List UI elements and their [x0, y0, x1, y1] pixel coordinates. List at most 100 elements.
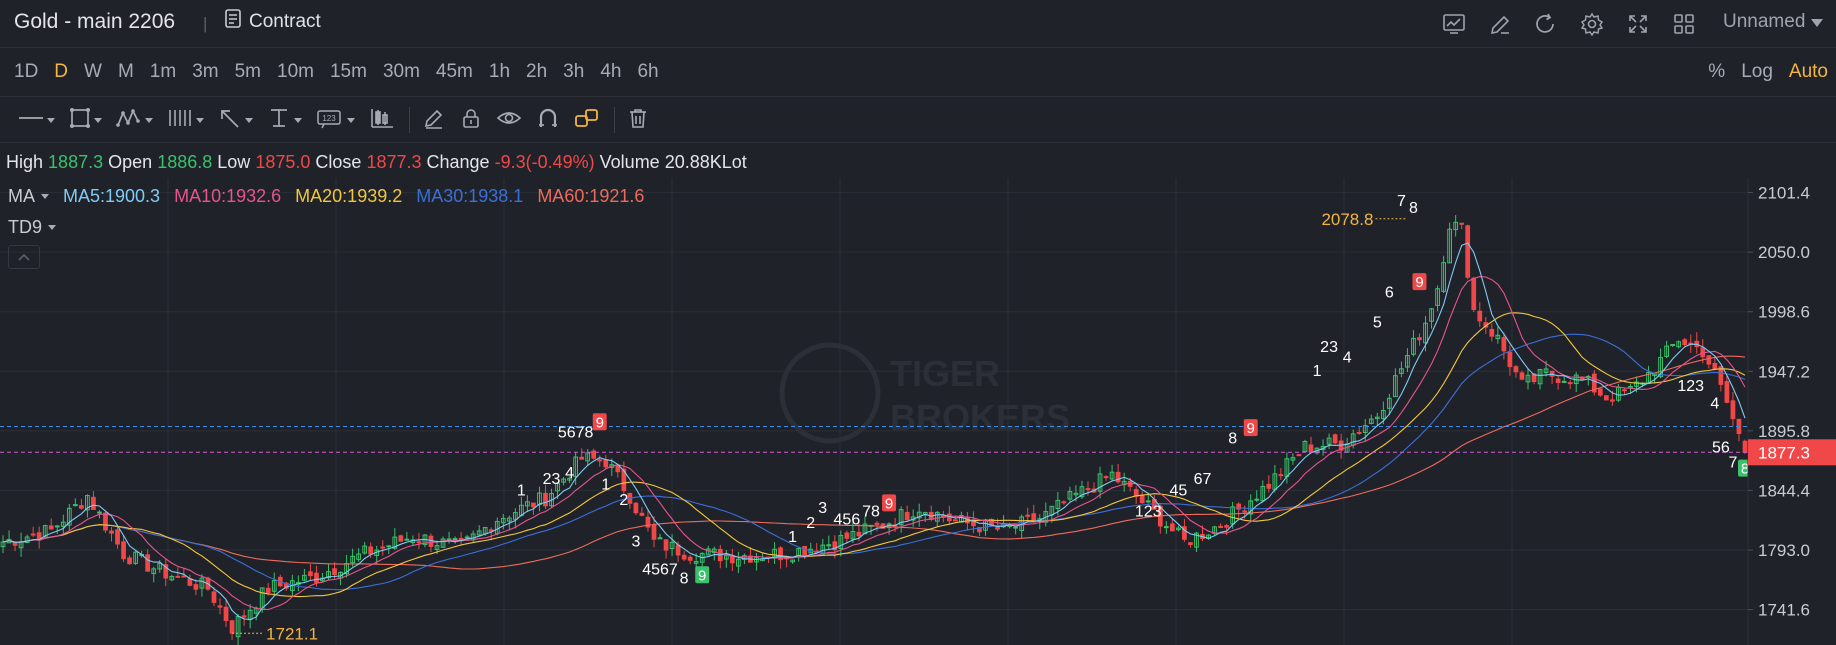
- candle-down: [633, 502, 639, 514]
- candle-down: [1622, 389, 1627, 392]
- layout-grid-icon[interactable]: [1668, 8, 1700, 40]
- interval-45m[interactable]: 45m: [436, 61, 473, 83]
- ma-indicator-toggle[interactable]: MA: [8, 186, 49, 207]
- fullscreen-icon[interactable]: [1622, 8, 1654, 40]
- line-tool[interactable]: [18, 104, 55, 136]
- candle-down: [1417, 337, 1422, 341]
- interval-30m[interactable]: 30m: [383, 61, 420, 83]
- candle-down: [1507, 351, 1513, 368]
- brush-tool[interactable]: [422, 104, 446, 136]
- td9-label: 56: [1712, 440, 1730, 457]
- arrow-tool[interactable]: [218, 104, 253, 136]
- td9-label: 2: [806, 515, 815, 532]
- candle-down: [1489, 328, 1495, 337]
- candle-down: [1465, 225, 1471, 278]
- edit-icon[interactable]: [1484, 8, 1516, 40]
- candle-down: [1296, 454, 1302, 457]
- candle-down: [1471, 277, 1477, 311]
- interval-2h[interactable]: 2h: [526, 61, 547, 83]
- interval-10m[interactable]: 10m: [277, 61, 314, 83]
- candle-down: [181, 575, 187, 578]
- candle-down: [543, 492, 548, 507]
- log-scale-button[interactable]: Log: [1741, 61, 1773, 83]
- open-label: Open: [108, 152, 153, 172]
- rectangle-tool[interactable]: [69, 104, 102, 136]
- interval-d[interactable]: D: [54, 61, 68, 83]
- td9-label: 7: [1728, 455, 1737, 472]
- fib-lines-tool[interactable]: [167, 104, 204, 136]
- chevron-down-icon: [245, 117, 253, 123]
- visibility-tool[interactable]: [496, 104, 522, 136]
- td9-label: 5678: [558, 425, 594, 442]
- candle-down: [175, 575, 181, 578]
- ma20-value: MA20:1939.2: [295, 186, 403, 206]
- td9-label: 9: [1415, 274, 1423, 291]
- candle-down: [1139, 495, 1145, 504]
- ohlc-info-bar: High 1887.3 Open 1886.8 Low 1875.0 Close…: [0, 144, 1836, 178]
- candle-down: [1724, 381, 1730, 403]
- label-tool[interactable]: 123: [316, 104, 355, 136]
- td9-label: 1: [788, 529, 797, 546]
- auto-scale-button[interactable]: Auto: [1789, 61, 1828, 83]
- candle-up: [386, 545, 392, 548]
- td9-label: 23: [1320, 339, 1338, 356]
- candle-down: [802, 545, 808, 557]
- chart-canvas[interactable]: TIGERBROKERS2078.81721.1567894231 1234567…: [0, 178, 1836, 645]
- candle-up: [97, 511, 102, 514]
- td9-label: 4567: [642, 561, 678, 578]
- measure-tool[interactable]: [267, 104, 302, 136]
- magnet-tool[interactable]: [536, 104, 560, 136]
- interval-3m[interactable]: 3m: [192, 61, 218, 83]
- change-label: Change: [426, 152, 490, 172]
- contract-label: Contract: [249, 10, 321, 32]
- percent-scale-button[interactable]: %: [1708, 61, 1725, 83]
- last-price-tag-label: 1877.3: [1758, 443, 1810, 462]
- candle-down: [30, 533, 36, 536]
- low-value: 1875.0: [255, 152, 311, 172]
- interval-1m[interactable]: 1m: [150, 61, 176, 83]
- candle-down: [1169, 523, 1175, 532]
- interval-1d[interactable]: 1D: [14, 61, 38, 83]
- drawing-toolbar: 123: [0, 98, 1836, 143]
- indicator-tool[interactable]: [369, 104, 395, 136]
- td9-label: 8: [680, 571, 689, 588]
- contract-button[interactable]: Contract: [225, 9, 321, 34]
- candle-up: [404, 538, 410, 541]
- settings-gear-icon[interactable]: [1576, 8, 1608, 40]
- pattern-tool[interactable]: [116, 104, 153, 136]
- title-separator: |: [203, 14, 208, 33]
- interval-15m[interactable]: 15m: [330, 61, 367, 83]
- magnet-icon: [536, 107, 560, 134]
- candle-down: [380, 546, 386, 549]
- td9-label: 9: [885, 495, 893, 512]
- chart-type-icon[interactable]: [1438, 8, 1470, 40]
- candle-up: [657, 537, 663, 540]
- interval-1h[interactable]: 1h: [489, 61, 510, 83]
- price-axis-label: 1793.0: [1758, 541, 1810, 560]
- layout-selector[interactable]: Unnamed: [1723, 11, 1824, 33]
- collapse-legend-button[interactable]: [8, 245, 40, 269]
- price-chart[interactable]: TIGER BROKERS 2078.8 1721.1 5678 9 4 23 1 1 2 3 4567…: [0, 178, 1836, 645]
- price-axis-label: 1844.4: [1758, 481, 1810, 500]
- candle-down: [1061, 501, 1067, 504]
- open-value: 1886.8: [157, 152, 213, 172]
- refresh-icon[interactable]: [1530, 8, 1562, 40]
- candle-up: [452, 538, 458, 541]
- interval-m[interactable]: M: [118, 61, 134, 83]
- td9-indicator-toggle[interactable]: TD9: [8, 217, 57, 238]
- delete-tool[interactable]: [627, 104, 649, 136]
- chevron-down-icon: [294, 117, 302, 123]
- interval-6h[interactable]: 6h: [637, 61, 658, 83]
- interval-5m[interactable]: 5m: [235, 61, 261, 83]
- chevron-down-icon: [48, 225, 57, 230]
- candle-down: [1224, 525, 1229, 528]
- candle-down: [1742, 440, 1748, 453]
- interval-4h[interactable]: 4h: [600, 61, 621, 83]
- interval-w[interactable]: W: [84, 61, 102, 83]
- high-label: High: [6, 152, 44, 172]
- link-tool[interactable]: [574, 104, 600, 136]
- lock-tool[interactable]: [460, 104, 482, 136]
- candle-down: [145, 554, 151, 572]
- chevron-down-icon: [41, 194, 49, 199]
- interval-3h[interactable]: 3h: [563, 61, 584, 83]
